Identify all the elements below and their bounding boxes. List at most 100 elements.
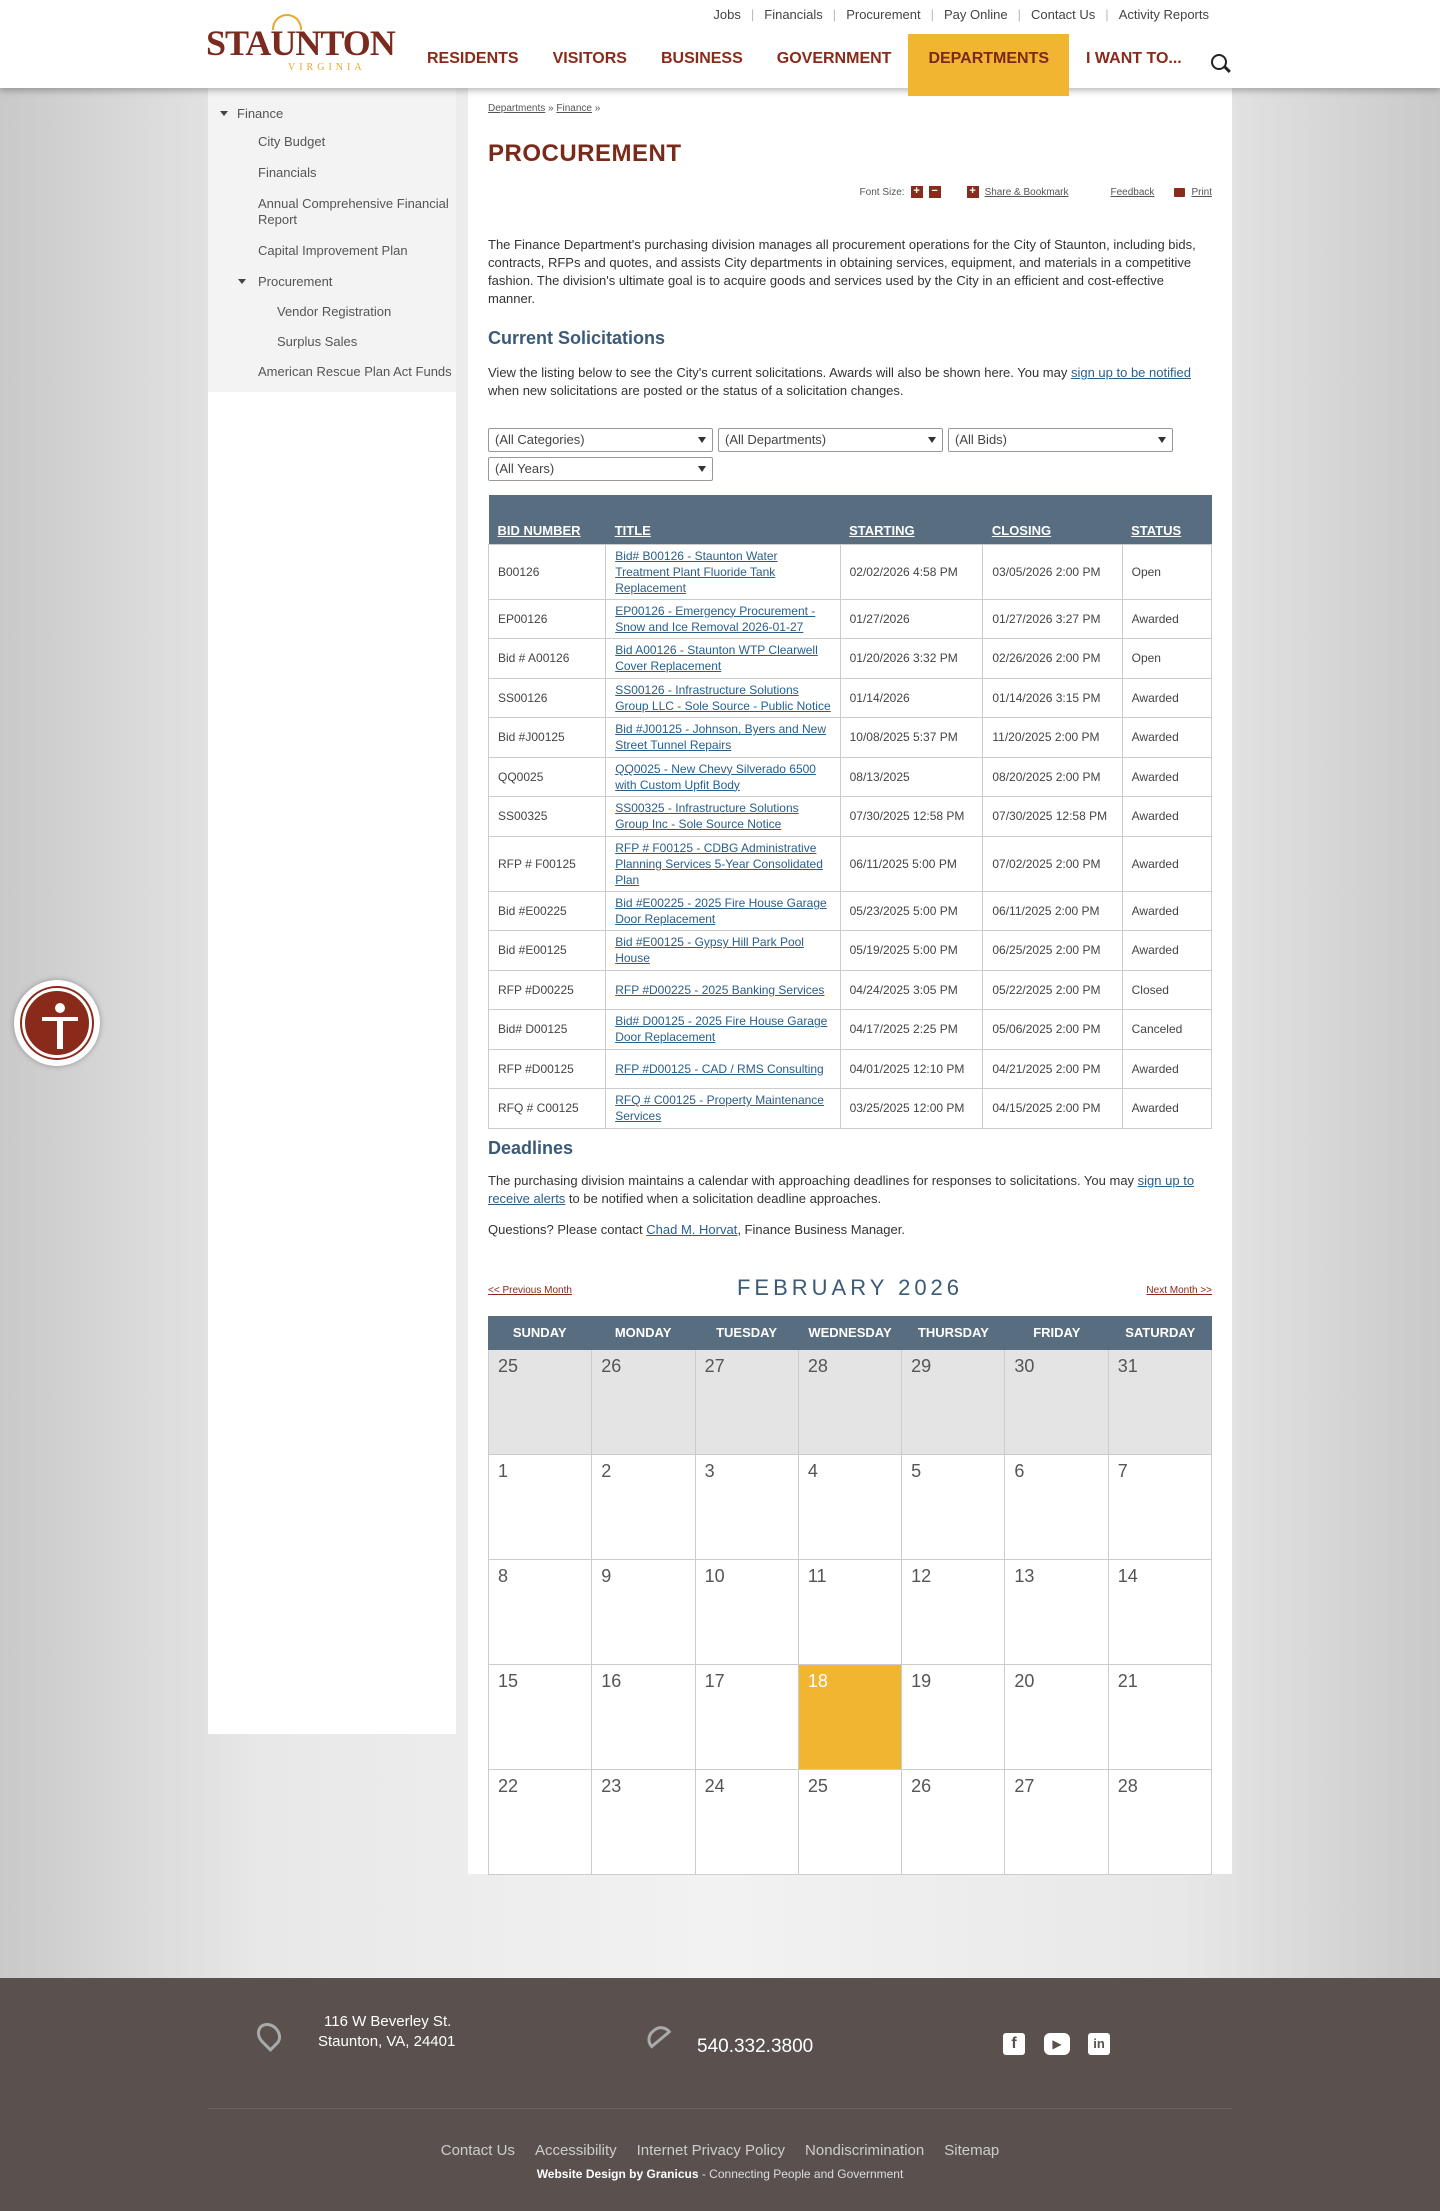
- bids-select[interactable]: (All Bids): [948, 428, 1173, 452]
- calendar-day[interactable]: 3: [694, 1455, 799, 1560]
- util-link-financials[interactable]: Financials: [754, 7, 833, 22]
- bid-title-link[interactable]: SS00325 - Infrastructure Solutions Group…: [615, 801, 798, 831]
- util-link-jobs[interactable]: Jobs: [703, 7, 750, 22]
- sidebar-item-capital-improvement-plan[interactable]: Capital Improvement Plan: [208, 236, 456, 267]
- search-icon[interactable]: [1211, 54, 1227, 70]
- calendar-day[interactable]: 9: [591, 1560, 696, 1665]
- nav-departments[interactable]: DEPARTMENTS: [908, 34, 1070, 96]
- print-link[interactable]: Print: [1191, 187, 1212, 198]
- bid-title-link[interactable]: Bid# D00125 - 2025 Fire House Garage Doo…: [615, 1014, 827, 1044]
- staunton-logo[interactable]: STAUNTON VIRGINIA: [206, 14, 396, 76]
- print-icon[interactable]: [1174, 187, 1186, 197]
- calendar-day[interactable]: 22: [488, 1770, 593, 1875]
- util-link-activity-reports[interactable]: Activity Reports: [1109, 7, 1219, 22]
- column-header-starting[interactable]: STARTING: [840, 495, 983, 544]
- font-decrease-icon[interactable]: −: [928, 186, 941, 198]
- calendar-day[interactable]: 21: [1107, 1665, 1212, 1770]
- calendar-day[interactable]: 24: [694, 1770, 799, 1875]
- breadcrumb-departments[interactable]: Departments: [488, 103, 545, 114]
- bid-title-link[interactable]: Bid# B00126 - Staunton Water Treatment P…: [615, 549, 777, 595]
- department-select[interactable]: (All Departments): [718, 428, 943, 452]
- accessibility-button[interactable]: [14, 980, 100, 1066]
- bid-title-link[interactable]: Bid #E00225 - 2025 Fire House Garage Doo…: [615, 896, 826, 926]
- calendar-day[interactable]: 8: [488, 1560, 593, 1665]
- footer-link-internet-privacy-policy[interactable]: Internet Privacy Policy: [627, 2142, 795, 2159]
- linkedin-icon[interactable]: in: [1088, 2033, 1110, 2055]
- calendar-day[interactable]: 16: [591, 1665, 696, 1770]
- column-header-title[interactable]: TITLE: [605, 495, 841, 544]
- nav-business[interactable]: BUSINESS: [644, 34, 760, 96]
- sidebar-item-surplus-sales[interactable]: Surplus Sales: [208, 327, 456, 357]
- sidebar-item-annual-comprehensive-financial-report[interactable]: Annual Comprehensive Financial Report: [208, 189, 456, 236]
- calendar-day[interactable]: 4: [797, 1455, 903, 1560]
- category-select[interactable]: (All Categories): [488, 428, 713, 452]
- calendar-day[interactable]: 19: [901, 1665, 1006, 1770]
- calendar-day[interactable]: 28: [1107, 1770, 1212, 1875]
- font-increase-icon[interactable]: +: [910, 186, 923, 198]
- calendar-day[interactable]: 17: [694, 1665, 799, 1770]
- credit-bold[interactable]: Website Design by Granicus: [537, 2167, 699, 2181]
- bid-title-link[interactable]: RFP #D00225 - 2025 Banking Services: [615, 983, 824, 997]
- sidebar-item-finance[interactable]: Finance: [208, 97, 456, 127]
- calendar-day[interactable]: 23: [591, 1770, 696, 1875]
- footer-link-sitemap[interactable]: Sitemap: [934, 2142, 1009, 2159]
- calendar-day[interactable]: 31: [1107, 1350, 1212, 1455]
- calendar-day[interactable]: 10: [694, 1560, 799, 1665]
- footer-link-accessibility[interactable]: Accessibility: [525, 2142, 627, 2159]
- calendar-day[interactable]: 28: [797, 1350, 903, 1455]
- calendar-day[interactable]: 13: [1004, 1560, 1109, 1665]
- nav-visitors[interactable]: VISITORS: [536, 34, 644, 96]
- signup-notified-link[interactable]: sign up to be notified: [1071, 365, 1191, 380]
- facebook-icon[interactable]: f: [1003, 2033, 1025, 2055]
- calendar-day[interactable]: 18: [797, 1665, 903, 1770]
- sidebar-item-vendor-registration[interactable]: Vendor Registration: [208, 297, 456, 327]
- breadcrumb-finance[interactable]: Finance: [556, 103, 592, 114]
- nav-i-want-to[interactable]: I WANT TO...: [1069, 34, 1199, 96]
- column-header-closing[interactable]: CLOSING: [982, 495, 1123, 544]
- bid-title-link[interactable]: Bid A00126 - Staunton WTP Clearwell Cove…: [615, 643, 818, 673]
- share-bookmark-link[interactable]: Share & Bookmark: [985, 187, 1069, 198]
- calendar-day[interactable]: 1: [488, 1455, 593, 1560]
- calendar-day[interactable]: 26: [591, 1350, 696, 1455]
- calendar-day[interactable]: 2: [591, 1455, 696, 1560]
- calendar-day[interactable]: 6: [1004, 1455, 1109, 1560]
- sidebar-item-city-budget[interactable]: City Budget: [208, 127, 456, 158]
- calendar-day[interactable]: 7: [1107, 1455, 1212, 1560]
- calendar-day[interactable]: 27: [1004, 1770, 1109, 1875]
- calendar-day[interactable]: 27: [694, 1350, 799, 1455]
- column-header-status[interactable]: STATUS: [1122, 495, 1212, 544]
- bid-title-link[interactable]: Bid #E00125 - Gypsy Hill Park Pool House: [615, 935, 804, 965]
- calendar-day[interactable]: 25: [797, 1770, 903, 1875]
- calendar-day[interactable]: 20: [1004, 1665, 1109, 1770]
- footer-link-contact-us[interactable]: Contact Us: [431, 2142, 525, 2159]
- bid-title-link[interactable]: RFQ # C00125 - Property Maintenance Serv…: [615, 1093, 824, 1123]
- years-select[interactable]: (All Years): [488, 457, 713, 481]
- footer-link-nondiscrimination[interactable]: Nondiscrimination: [795, 2142, 934, 2159]
- phone-number[interactable]: 540.332.3800: [697, 2036, 813, 2058]
- calendar-day[interactable]: 5: [901, 1455, 1006, 1560]
- util-link-contact-us[interactable]: Contact Us: [1021, 7, 1105, 22]
- sidebar-item-financials[interactable]: Financials: [208, 158, 456, 189]
- nav-government[interactable]: GOVERNMENT: [760, 34, 909, 96]
- sidebar-item-arpa[interactable]: American Rescue Plan Act Funds: [208, 357, 456, 388]
- bid-title-link[interactable]: SS00126 - Infrastructure Solutions Group…: [615, 683, 830, 713]
- contact-person-link[interactable]: Chad M. Horvat: [646, 1222, 737, 1237]
- column-header-bid-number[interactable]: BID NUMBER: [488, 495, 606, 544]
- feedback-link[interactable]: Feedback: [1111, 187, 1155, 198]
- bid-title-link[interactable]: RFP #D00125 - CAD / RMS Consulting: [615, 1062, 824, 1076]
- calendar-day[interactable]: 11: [797, 1560, 903, 1665]
- nav-residents[interactable]: RESIDENTS: [410, 34, 536, 96]
- youtube-icon[interactable]: ▶: [1044, 2033, 1070, 2055]
- calendar-day[interactable]: 30: [1004, 1350, 1109, 1455]
- calendar-day[interactable]: 15: [488, 1665, 593, 1770]
- calendar-day[interactable]: 29: [901, 1350, 1006, 1455]
- calendar-day[interactable]: 14: [1107, 1560, 1212, 1665]
- next-month-link[interactable]: Next Month >>: [1146, 1285, 1212, 1296]
- util-link-pay-online[interactable]: Pay Online: [934, 7, 1018, 22]
- sidebar-item-procurement[interactable]: Procurement: [208, 267, 456, 297]
- share-icon[interactable]: +: [966, 186, 979, 198]
- calendar-day[interactable]: 26: [901, 1770, 1006, 1875]
- calendar-day[interactable]: 12: [901, 1560, 1006, 1665]
- bid-title-link[interactable]: EP00126 - Emergency Procurement - Snow a…: [615, 604, 815, 634]
- bid-title-link[interactable]: QQ0025 - New Chevy Silverado 6500 with C…: [615, 762, 816, 792]
